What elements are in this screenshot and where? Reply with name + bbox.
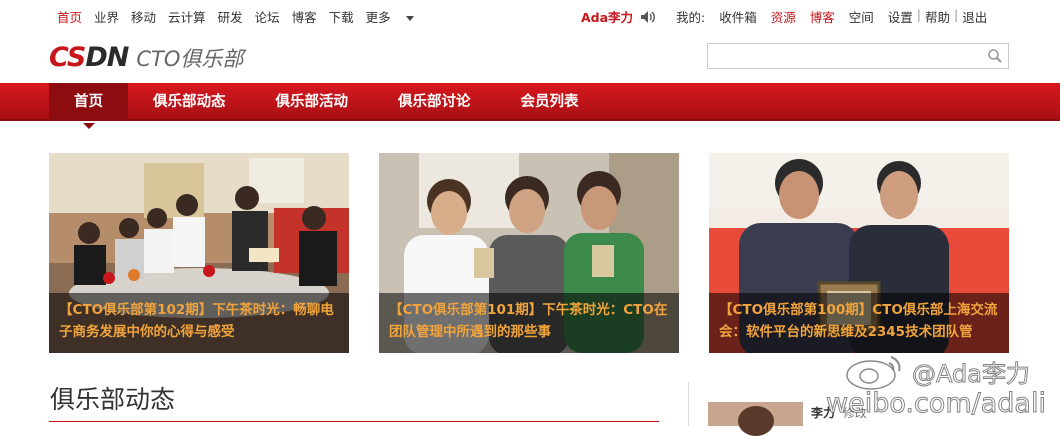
separator: |	[954, 7, 959, 22]
nav-home[interactable]: 首页	[49, 83, 128, 129]
inbox-link[interactable]: 收件箱	[719, 7, 757, 26]
blog-link[interactable]: 博客	[810, 7, 835, 26]
topnav-industry[interactable]: 业界	[94, 7, 119, 26]
nav-member-list[interactable]: 会员列表	[496, 83, 604, 121]
feature-card-101[interactable]: 【CTO俱乐部第101期】下午茶时光：CTO在团队管理中所遇到的那些事	[379, 153, 679, 353]
topnav-blog[interactable]: 博客	[292, 7, 317, 26]
nav-club-events[interactable]: 俱乐部活动	[251, 83, 374, 121]
space-link[interactable]: 空间	[849, 7, 874, 26]
watermark-url: weibo.com/adali	[826, 388, 1047, 420]
topnav-forum[interactable]: 论坛	[255, 7, 280, 26]
help-link[interactable]: 帮助	[925, 7, 950, 26]
nav-club-news[interactable]: 俱乐部动态	[128, 83, 251, 121]
topnav-dev[interactable]: 研发	[218, 7, 243, 26]
separator: |	[916, 7, 922, 22]
topnav-mobile[interactable]: 移动	[131, 7, 156, 26]
logo-wordmark: CSDN	[49, 42, 129, 73]
feature-caption[interactable]: 【CTO俱乐部第100期】CTO俱乐部上海交流会：软件平台的新思维及2345技术…	[709, 293, 1009, 353]
account-links: 我的: 收件箱 资源 博客 空间 设置 | 帮助 | 退出	[676, 7, 1001, 26]
feature-caption[interactable]: 【CTO俱乐部第101期】下午茶时光：CTO在团队管理中所遇到的那些事	[379, 293, 679, 353]
main-nav: 首页 俱乐部动态 俱乐部活动 俱乐部讨论 会员列表	[0, 83, 1060, 129]
topnav-more-label: 更多	[365, 10, 391, 25]
chevron-down-icon	[405, 16, 414, 21]
member-avatar[interactable]	[708, 402, 803, 436]
topnav-cloud[interactable]: 云计算	[168, 7, 206, 26]
logo-subtitle: CTO俱乐部	[136, 47, 244, 71]
user-bar: Ada李力	[581, 7, 656, 26]
nav-club-discussion[interactable]: 俱乐部讨论	[373, 83, 496, 121]
topnav-home[interactable]: 首页	[57, 7, 82, 26]
top-nav: 首页 业界 移动 云计算 研发 论坛 博客 下载 更多	[57, 7, 426, 26]
topnav-download[interactable]: 下载	[329, 7, 354, 26]
csdn-logo[interactable]: CSDN CTO俱乐部	[49, 42, 243, 73]
mine-label: 我的:	[676, 10, 706, 25]
topnav-more[interactable]: 更多	[366, 7, 414, 26]
avatar-face	[738, 406, 774, 436]
settings-link[interactable]: 设置	[888, 7, 913, 26]
speaker-icon[interactable]	[640, 10, 656, 24]
top-bar: 首页 业界 移动 云计算 研发 论坛 博客 下载 更多 Ada李力 我的: 收件…	[0, 0, 1060, 30]
weibo-logo-icon	[846, 356, 901, 390]
resources-link[interactable]: 资源	[771, 7, 796, 26]
section-title: 俱乐部动态	[50, 385, 176, 414]
logout-link[interactable]: 退出	[962, 7, 987, 26]
feature-caption[interactable]: 【CTO俱乐部第102期】下午茶时光：畅聊电子商务发展中你的心得与感受	[49, 293, 349, 353]
search-input[interactable]	[707, 43, 1009, 69]
username-link[interactable]: Ada李力	[581, 7, 633, 26]
column-divider	[688, 382, 689, 426]
watermark-handle: @Ada李力	[912, 360, 1031, 389]
feature-card-102[interactable]: 【CTO俱乐部第102期】下午茶时光：畅聊电子商务发展中你的心得与感受	[49, 153, 349, 353]
feature-card-100[interactable]: 【CTO俱乐部第100期】CTO俱乐部上海交流会：软件平台的新思维及2345技术…	[709, 153, 1009, 353]
section-divider	[49, 421, 659, 422]
search-icon[interactable]	[987, 48, 1003, 68]
